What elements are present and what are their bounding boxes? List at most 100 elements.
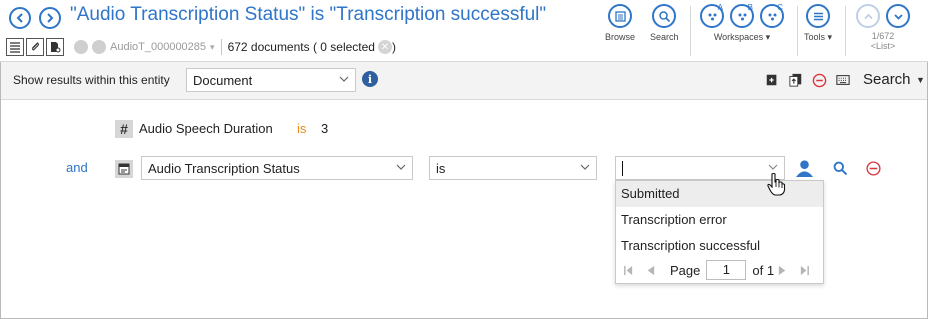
workspace-c-button[interactable]: C bbox=[760, 3, 784, 28]
value-select[interactable] bbox=[615, 156, 785, 180]
workspace-icon bbox=[738, 13, 746, 20]
field-select[interactable]: Audio Transcription Status bbox=[141, 156, 413, 180]
add-criteria-button[interactable] bbox=[764, 72, 780, 88]
criteria-value-label: 3 bbox=[321, 121, 329, 136]
tools-button[interactable]: Tools ▾ bbox=[804, 4, 832, 43]
page-total-label: of 1 bbox=[752, 262, 775, 278]
browse-button[interactable]: Browse bbox=[605, 4, 635, 42]
divider bbox=[690, 6, 691, 56]
caret-down-icon[interactable]: ▼ bbox=[916, 75, 925, 85]
workspace-c-letter: C bbox=[777, 3, 783, 12]
previous-page-icon[interactable] bbox=[644, 264, 656, 276]
tools-label: Tools ▾ bbox=[804, 32, 833, 42]
criteria-field-label: Audio Speech Duration bbox=[139, 121, 273, 136]
chevron-left-icon bbox=[16, 13, 23, 23]
document-settings-button[interactable] bbox=[46, 38, 64, 56]
search-tool-label: Search bbox=[650, 32, 679, 42]
workspace-b-letter: B bbox=[747, 3, 753, 12]
chevron-up-icon bbox=[863, 13, 873, 19]
chevron-down-icon bbox=[580, 164, 590, 170]
upload-criteria-button[interactable] bbox=[788, 72, 804, 88]
pager-group: 1/672 <List> bbox=[856, 4, 910, 51]
document-gear-icon bbox=[51, 42, 61, 53]
search-tool-button[interactable]: Search bbox=[650, 4, 679, 42]
user-lookup-button[interactable] bbox=[794, 158, 814, 178]
next-record-button[interactable] bbox=[886, 4, 910, 28]
header: "Audio Transcription Status" is "Transcr… bbox=[0, 0, 928, 62]
document-count: 672 documents ( 0 selected bbox=[227, 40, 375, 54]
magnifier-icon bbox=[652, 4, 677, 28]
next-page-icon[interactable] bbox=[776, 264, 788, 276]
divider bbox=[797, 6, 798, 56]
operator-select[interactable]: is bbox=[429, 156, 597, 180]
criteria-operator-label: is bbox=[297, 121, 307, 136]
list-view-button[interactable] bbox=[6, 38, 24, 56]
menu-icon bbox=[806, 4, 831, 28]
forward-button[interactable] bbox=[39, 7, 61, 29]
minus-circle-icon bbox=[812, 73, 826, 87]
operator-select-value: is bbox=[436, 160, 446, 176]
divider bbox=[845, 6, 846, 56]
field-type-icon bbox=[115, 160, 133, 178]
entity-select-value: Document bbox=[193, 72, 253, 88]
first-page-icon[interactable] bbox=[622, 264, 634, 276]
field-select-value: Audio Transcription Status bbox=[148, 160, 300, 176]
page-title: "Audio Transcription Status" is "Transcr… bbox=[70, 4, 547, 25]
hand-cursor-icon bbox=[767, 172, 786, 196]
back-button[interactable] bbox=[9, 7, 31, 29]
document-info-row: AudioT_000000285 ▾ 672 documents ( 0 sel… bbox=[6, 37, 396, 57]
value-dropdown-list: Submitted Transcription error Transcript… bbox=[615, 180, 824, 284]
upload-document-icon bbox=[789, 73, 802, 87]
page-number-input[interactable]: 1 bbox=[706, 260, 747, 280]
text-cursor bbox=[622, 160, 623, 176]
keyboard-button[interactable] bbox=[835, 72, 851, 88]
workspace-icon bbox=[708, 13, 716, 20]
search-value-button[interactable] bbox=[830, 158, 850, 178]
search-toolbar: Show results within this entity Document… bbox=[1, 62, 927, 100]
keyboard-icon bbox=[836, 75, 850, 85]
workspace-a-button[interactable]: A bbox=[700, 3, 724, 28]
workspaces-group: A B C Workspaces ▾ bbox=[700, 3, 784, 43]
browse-icon bbox=[608, 4, 632, 28]
workspace-a-letter: A bbox=[717, 3, 723, 12]
conjunction-link[interactable]: and bbox=[66, 160, 88, 175]
divider bbox=[220, 39, 222, 55]
attachment-button[interactable] bbox=[26, 38, 44, 56]
page-label: Page bbox=[670, 262, 701, 278]
list-icon bbox=[10, 42, 20, 53]
dropdown-option[interactable]: Transcription successful bbox=[616, 233, 823, 259]
chevron-down-icon bbox=[768, 164, 778, 170]
document-id[interactable]: AudioT_000000285 bbox=[110, 41, 206, 53]
minus-circle-icon bbox=[865, 160, 881, 176]
chevron-down-icon bbox=[396, 164, 406, 170]
document-count-close: ) bbox=[391, 40, 396, 54]
info-icon[interactable]: i bbox=[362, 71, 378, 87]
dropdown-option[interactable]: Submitted bbox=[616, 181, 823, 207]
document-type-icon bbox=[92, 40, 106, 54]
pager-list-label: <List> bbox=[870, 41, 896, 51]
caret-down-icon[interactable]: ▾ bbox=[210, 42, 215, 53]
chevron-down-icon bbox=[893, 13, 903, 20]
paperclip-icon bbox=[32, 42, 39, 51]
browse-label: Browse bbox=[605, 32, 636, 42]
previous-record-button[interactable] bbox=[856, 4, 880, 28]
search-icon bbox=[833, 161, 847, 175]
number-field-icon: # bbox=[115, 120, 133, 138]
remove-criteria-button[interactable] bbox=[863, 158, 883, 178]
status-dot-icon bbox=[74, 40, 88, 54]
chevron-down-icon bbox=[339, 76, 349, 82]
last-page-icon[interactable] bbox=[798, 264, 810, 276]
remove-all-button[interactable] bbox=[811, 72, 827, 88]
dropdown-option[interactable]: Transcription error bbox=[616, 207, 823, 233]
record-position: 1/672 bbox=[871, 31, 895, 41]
dropdown-pager: Page 1 of 1 bbox=[616, 257, 823, 283]
workspace-b-button[interactable]: B bbox=[730, 3, 754, 28]
chevron-right-icon bbox=[47, 13, 54, 23]
user-icon bbox=[795, 159, 813, 177]
search-action-button[interactable]: Search bbox=[863, 71, 911, 88]
clear-selection-icon[interactable]: ✕ bbox=[377, 40, 392, 54]
add-document-icon bbox=[766, 74, 777, 86]
entity-select[interactable]: Document bbox=[186, 68, 356, 92]
workspaces-label[interactable]: Workspaces ▾ bbox=[714, 32, 770, 43]
show-results-label: Show results within this entity bbox=[13, 73, 170, 87]
